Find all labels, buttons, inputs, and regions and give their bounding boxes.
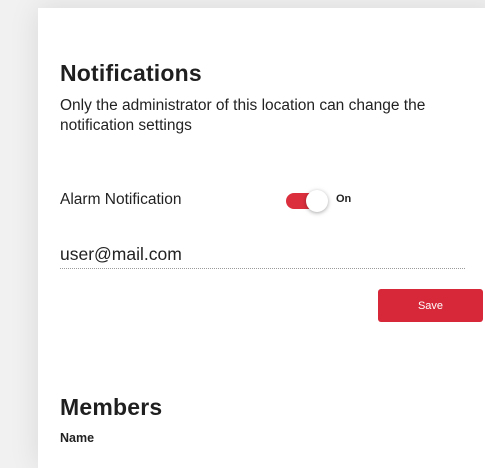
alarm-notification-row: Alarm Notification On: [60, 189, 420, 213]
save-button[interactable]: Save: [378, 289, 483, 322]
toggle-state-label: On: [336, 193, 352, 205]
alarm-notification-label: Alarm Notification: [60, 191, 182, 208]
members-title: Members: [60, 394, 163, 420]
email-field[interactable]: [60, 240, 465, 269]
notifications-description: Only the administrator of this location …: [60, 97, 426, 134]
settings-card: Notifications Only the administrator of …: [38, 8, 485, 468]
toggle-knob: [306, 190, 328, 212]
members-column-name-header: Name: [60, 431, 95, 445]
alarm-notification-toggle[interactable]: [284, 190, 328, 212]
notifications-title: Notifications: [60, 60, 202, 86]
